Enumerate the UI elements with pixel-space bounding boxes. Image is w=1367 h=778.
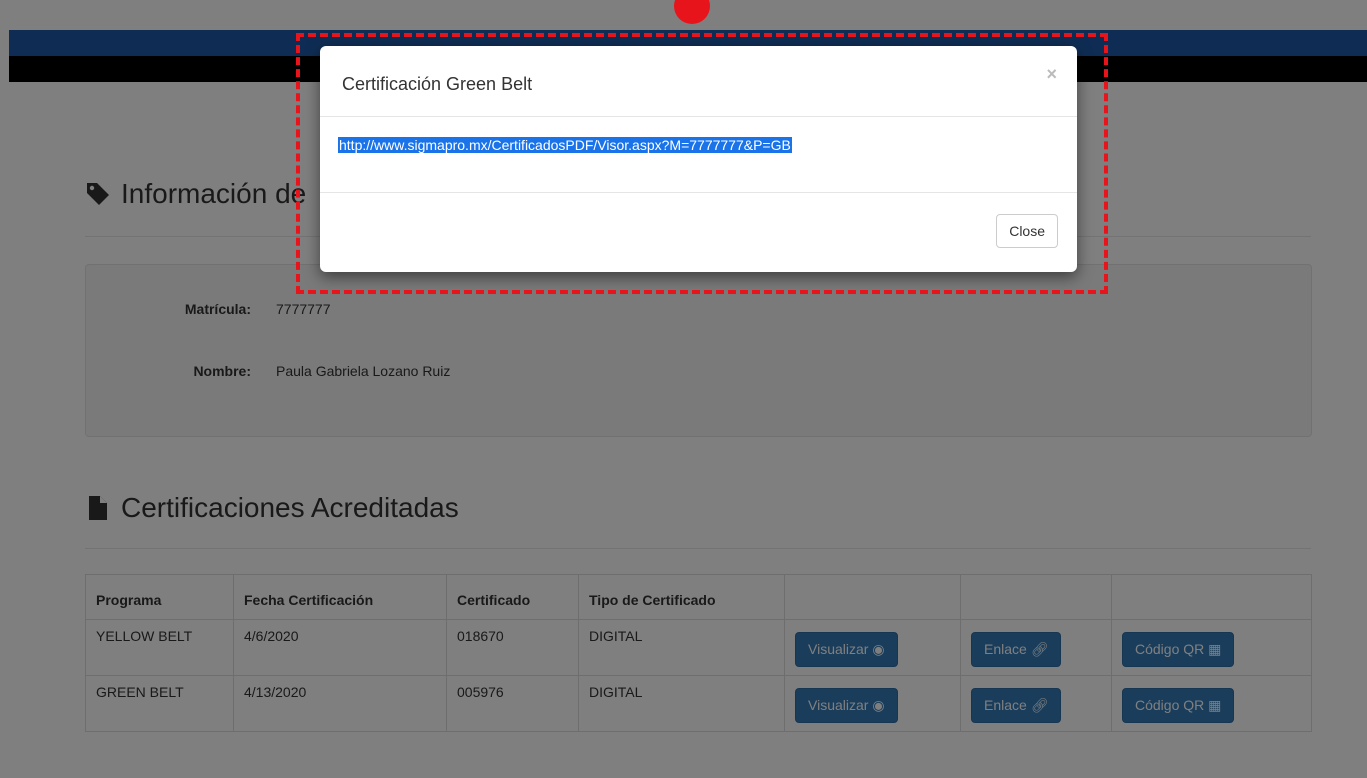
annotation-highlight-box bbox=[296, 33, 1108, 294]
